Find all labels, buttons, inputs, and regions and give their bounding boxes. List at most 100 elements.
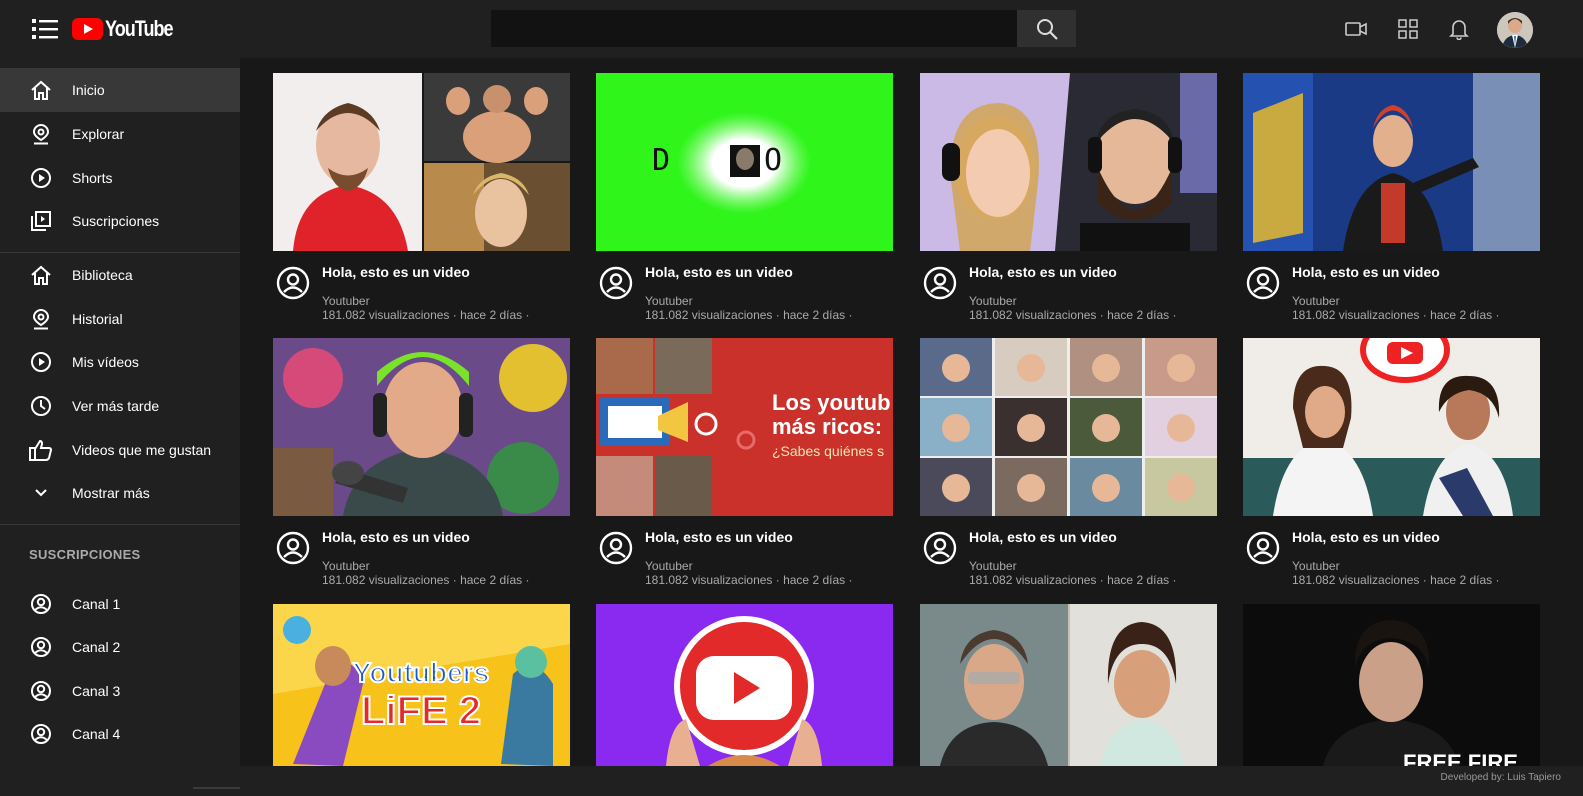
video-meta: Hola, esto es un video Youtuber 181.082 …	[596, 526, 893, 596]
play-circle-icon	[29, 350, 53, 374]
sidebar-item-label: Canal 4	[72, 726, 121, 742]
channel-avatar-icon[interactable]	[923, 531, 957, 565]
sidebar-item-historial[interactable]: Historial	[0, 297, 240, 341]
sidebar-item-label: Ver más tarde	[72, 398, 160, 414]
youtube-logo[interactable]: YouTube	[72, 16, 187, 41]
sidebar-item-label: Shorts	[72, 170, 113, 186]
sidebar-item-label: Historial	[72, 311, 123, 327]
video-channel[interactable]: Youtuber	[969, 294, 1017, 308]
home-icon	[29, 78, 53, 102]
video-stats: 181.082 visualizaciones · hace 2 días ·	[969, 308, 1177, 322]
sidebar-item-shorts[interactable]: Shorts	[0, 156, 240, 200]
search-input[interactable]	[491, 10, 1017, 47]
video-title[interactable]: Hola, esto es un video	[1292, 529, 1440, 545]
video-meta: Hola, esto es un video Youtuber 181.082 …	[273, 261, 570, 331]
video-thumbnail[interactable]	[596, 604, 893, 766]
video-thumbnail[interactable]: D O	[596, 73, 893, 251]
thumbnail-text: D	[652, 143, 670, 178]
video-title[interactable]: Hola, esto es un video	[322, 264, 470, 280]
video-camera-icon[interactable]	[1344, 17, 1368, 41]
sidebar-item-label: Videos que me gustan	[72, 442, 212, 458]
video-thumbnail[interactable]	[273, 338, 570, 516]
video-meta: Hola, esto es un video Youtuber 181.082 …	[1243, 261, 1540, 331]
sidebar-item-canal-4[interactable]: Canal 4	[0, 712, 240, 756]
channel-avatar-icon[interactable]	[1246, 266, 1280, 300]
sidebar-item-label: Explorar	[72, 126, 125, 142]
video-meta: Hola, esto es un video Youtuber 181.082 …	[920, 526, 1217, 596]
sidebar-item-label: Canal 3	[72, 683, 121, 699]
sidebar-item-label: Canal 2	[72, 639, 121, 655]
video-channel[interactable]: Youtuber	[322, 559, 370, 573]
youtube-logo-icon	[72, 18, 103, 40]
clock-icon	[29, 394, 53, 418]
video-thumbnail[interactable]	[920, 338, 1217, 516]
channel-avatar-icon[interactable]	[1246, 531, 1280, 565]
sidebar-item-mis-videos[interactable]: Mis vídeos	[0, 340, 240, 384]
search-icon	[1036, 18, 1058, 40]
play-circle-icon	[29, 166, 53, 190]
video-meta: Hola, esto es un video Youtuber 181.082 …	[920, 261, 1217, 331]
video-title[interactable]: Hola, esto es un video	[322, 529, 470, 545]
video-channel[interactable]: Youtuber	[322, 294, 370, 308]
user-circle-icon	[29, 592, 53, 616]
video-thumbnail[interactable]: Los youtub más ricos: ¿Sabes quiénes s	[596, 338, 893, 516]
video-grid: Hola, esto es un video Youtuber 181.082 …	[247, 58, 1567, 766]
sidebar-item-explorar[interactable]: Explorar	[0, 112, 240, 156]
avatar[interactable]	[1497, 12, 1533, 48]
sidebar-item-ver-mas-tarde[interactable]: Ver más tarde	[0, 384, 240, 428]
sidebar-item-inicio[interactable]: Inicio	[0, 68, 240, 112]
thumbnail-text: O	[764, 143, 782, 178]
sidebar-item-canal-3[interactable]: Canal 3	[0, 669, 240, 713]
search-button[interactable]	[1017, 10, 1076, 47]
thumbs-up-icon	[29, 438, 53, 462]
thumbnail-text: LiFE 2	[361, 689, 481, 733]
video-stats: 181.082 visualizaciones · hace 2 días ·	[1292, 308, 1500, 322]
channel-avatar-icon[interactable]	[599, 531, 633, 565]
sidebar: Inicio Explorar Shorts Suscripciones Bib…	[0, 58, 240, 796]
video-channel[interactable]: Youtuber	[969, 559, 1017, 573]
video-thumbnail[interactable]	[273, 73, 570, 251]
scrollbar[interactable]	[1567, 58, 1583, 766]
video-channel[interactable]: Youtuber	[1292, 559, 1340, 573]
video-stats: 181.082 visualizaciones · hace 2 días ·	[322, 308, 530, 322]
video-stats: 181.082 visualizaciones · hace 2 días ·	[322, 573, 530, 587]
user-circle-icon	[29, 679, 53, 703]
sidebar-scroll-indicator	[193, 787, 240, 789]
video-thumbnail[interactable]	[920, 604, 1217, 766]
sidebar-item-videos-que-me-gustan[interactable]: Videos que me gustan	[0, 428, 240, 472]
menu-icon[interactable]	[32, 17, 58, 41]
video-channel[interactable]: Youtuber	[1292, 294, 1340, 308]
video-thumbnail[interactable]: FREE FIRE	[1243, 604, 1540, 766]
video-title[interactable]: Hola, esto es un video	[969, 264, 1117, 280]
sidebar-item-canal-1[interactable]: Canal 1	[0, 582, 240, 626]
video-channel[interactable]: Youtuber	[645, 294, 693, 308]
subscriptions-icon	[29, 209, 53, 233]
video-thumbnail[interactable]	[1243, 338, 1540, 516]
channel-avatar-icon[interactable]	[599, 266, 633, 300]
location-pin-icon	[29, 307, 53, 331]
sidebar-item-label: Canal 1	[72, 596, 121, 612]
top-bar: YouTube	[0, 0, 1583, 58]
video-channel[interactable]: Youtuber	[645, 559, 693, 573]
video-thumbnail[interactable]: Youtubers LiFE 2	[273, 604, 570, 766]
sidebar-item-biblioteca[interactable]: Biblioteca	[0, 253, 240, 297]
sidebar-item-canal-2[interactable]: Canal 2	[0, 625, 240, 669]
video-stats: 181.082 visualizaciones · hace 2 días ·	[645, 308, 853, 322]
video-title[interactable]: Hola, esto es un video	[969, 529, 1117, 545]
sidebar-item-mostrar-mas[interactable]: Mostrar más	[0, 471, 240, 515]
channel-avatar-icon[interactable]	[276, 531, 310, 565]
video-stats: 181.082 visualizaciones · hace 2 días ·	[645, 573, 853, 587]
thumbnail-text: más ricos:	[772, 414, 882, 439]
footer-credit: Developed by: Luis Tapiero	[1440, 772, 1561, 783]
video-meta: Hola, esto es un video Youtuber 181.082 …	[273, 526, 570, 596]
video-title[interactable]: Hola, esto es un video	[645, 264, 793, 280]
video-thumbnail[interactable]	[920, 73, 1217, 251]
video-thumbnail[interactable]	[1243, 73, 1540, 251]
bell-icon[interactable]	[1447, 17, 1471, 41]
sidebar-item-suscripciones[interactable]: Suscripciones	[0, 199, 240, 243]
apps-icon[interactable]	[1396, 17, 1420, 41]
channel-avatar-icon[interactable]	[276, 266, 310, 300]
video-title[interactable]: Hola, esto es un video	[1292, 264, 1440, 280]
channel-avatar-icon[interactable]	[923, 266, 957, 300]
video-title[interactable]: Hola, esto es un video	[645, 529, 793, 545]
